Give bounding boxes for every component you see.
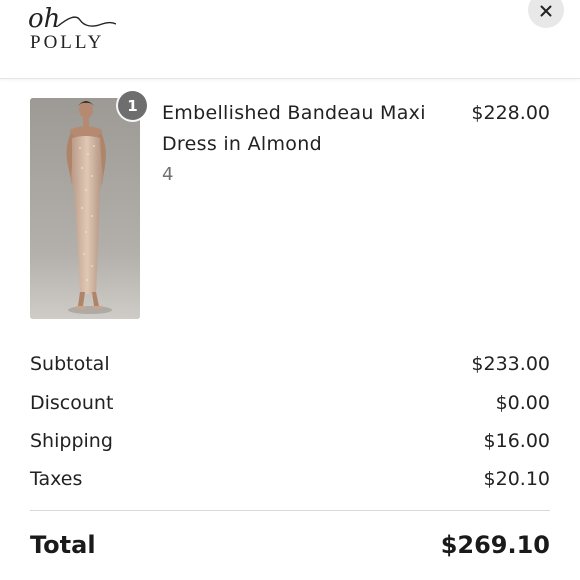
taxes-label: Taxes (30, 468, 83, 490)
total-label: Total (30, 531, 96, 559)
logo-oh-text: oh (28, 4, 61, 34)
product-image[interactable] (30, 98, 140, 319)
taxes-value: $20.10 (483, 468, 550, 490)
discount-value: $0.00 (495, 392, 550, 414)
brand-logo[interactable]: oh POLLY (28, 4, 124, 56)
discount-label: Discount (30, 392, 114, 414)
total-row: Total $269.10 (30, 528, 550, 562)
logo-swash (58, 16, 116, 27)
dress-illustration (30, 98, 140, 319)
taxes-row: Taxes $20.10 (30, 464, 550, 494)
discount-row: Discount $0.00 (30, 388, 550, 418)
logo-polly-text: POLLY (30, 32, 105, 53)
quantity-badge: 1 (118, 91, 147, 120)
product-price: $228.00 (471, 102, 550, 124)
shipping-value: $16.00 (483, 430, 550, 452)
shipping-row: Shipping $16.00 (30, 426, 550, 456)
subtotal-row: Subtotal $233.00 (30, 349, 550, 379)
close-button[interactable] (528, 0, 564, 28)
subtotal-value: $233.00 (471, 353, 550, 375)
product-variant-size: 4 (162, 164, 174, 185)
header: oh POLLY (0, 0, 580, 79)
summary-divider (30, 510, 550, 511)
shipping-label: Shipping (30, 430, 113, 452)
close-icon (540, 5, 552, 17)
total-value: $269.10 (440, 531, 550, 559)
product-name[interactable]: Embellished Bandeau Maxi Dress in Almond (162, 98, 452, 160)
subtotal-label: Subtotal (30, 353, 110, 375)
